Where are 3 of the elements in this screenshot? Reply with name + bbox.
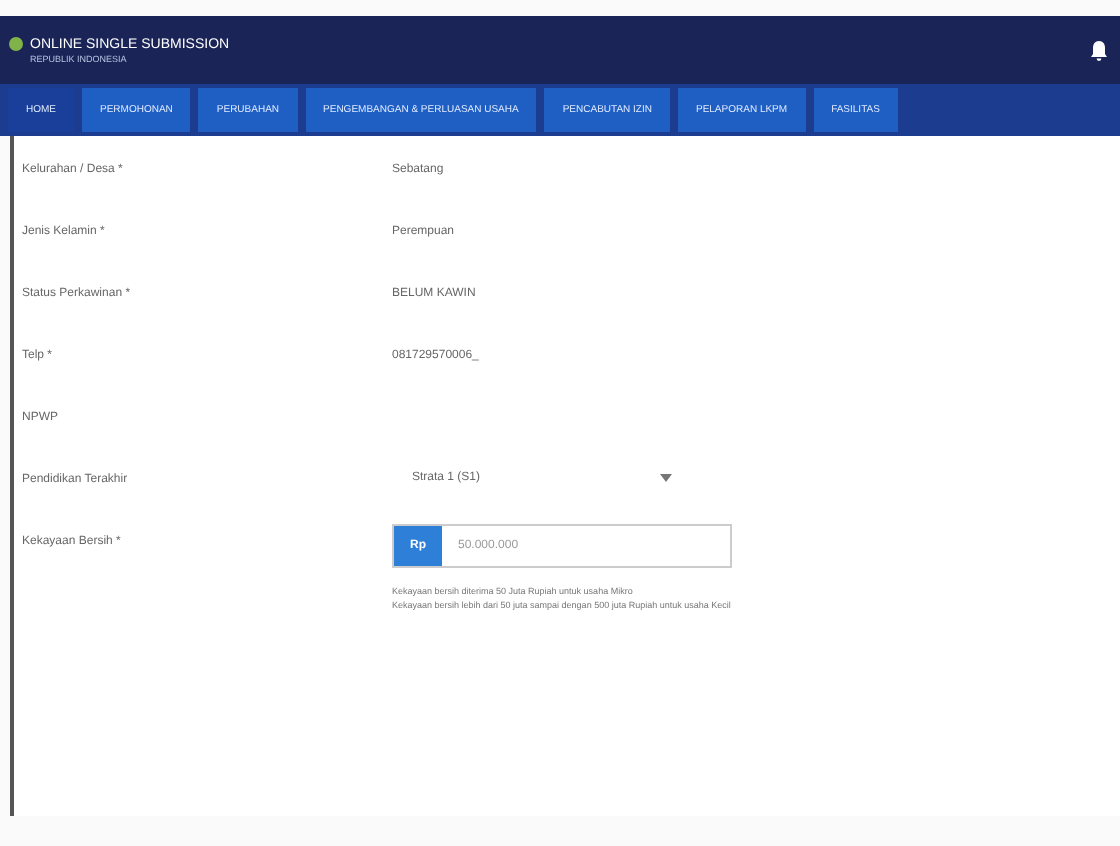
logo-icon (8, 35, 24, 51)
caret-icon (660, 474, 672, 482)
bell-icon[interactable] (1090, 39, 1108, 61)
